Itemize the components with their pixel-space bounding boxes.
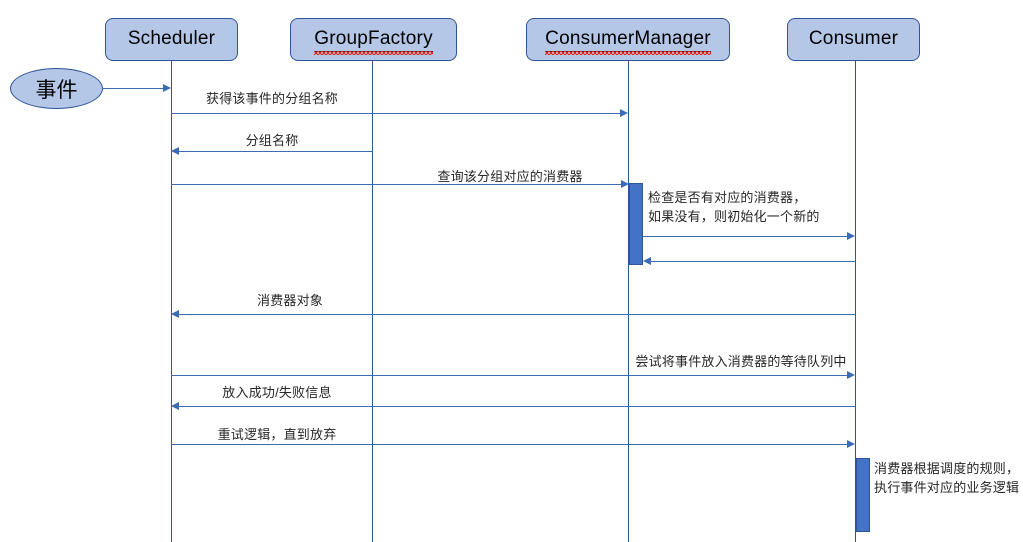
message-line-enqueue-result	[179, 406, 855, 407]
arrow-head-retry-logic	[847, 440, 855, 448]
arrow-head-group-name	[171, 147, 179, 155]
arrow-head-query-consumer	[621, 180, 629, 188]
activation-bar-consumermanager	[629, 183, 643, 265]
arrow-head-cm-to-consumer	[847, 232, 855, 240]
note-consumer: 消费器根据调度的规则， 执行事件对应的业务逻辑	[874, 459, 1019, 497]
note-consumermanager-line1: 检查是否有对应的消费器，	[648, 190, 807, 205]
message-line-cm-to-consumer	[643, 236, 847, 237]
lifeline-groupfactory	[372, 59, 373, 542]
message-line-get-group-name	[171, 113, 620, 114]
participant-groupfactory[interactable]: GroupFactory	[290, 18, 457, 61]
message-label-get-group-name: 获得该事件的分组名称	[205, 91, 339, 106]
message-label-enqueue-result: 放入成功/失败信息	[222, 385, 332, 400]
message-label-consumer-object: 消费器对象	[256, 293, 324, 308]
participant-consumermanager[interactable]: ConsumerManager	[526, 18, 730, 61]
message-line-event-to-scheduler	[103, 88, 163, 89]
sequence-diagram-canvas: Scheduler GroupFactory ConsumerManager C…	[0, 0, 1023, 542]
message-label-group-name: 分组名称	[245, 133, 299, 148]
arrow-head-consumer-to-cm	[643, 257, 651, 265]
message-line-retry-logic	[171, 444, 847, 445]
message-line-group-name	[179, 151, 372, 152]
arrow-head-get-group-name	[620, 109, 628, 117]
participant-scheduler-label: Scheduler	[127, 28, 216, 49]
message-label-retry-logic: 重试逻辑，直到放弃	[217, 427, 337, 442]
message-label-enqueue-event: 尝试将事件放入消费器的等待队列中	[635, 354, 847, 369]
message-line-enqueue-event	[171, 375, 847, 376]
participant-scheduler[interactable]: Scheduler	[105, 18, 238, 61]
note-consumer-line2: 执行事件对应的业务逻辑	[874, 480, 1020, 495]
participant-groupfactory-label: GroupFactory	[314, 28, 433, 55]
note-consumermanager-line2: 如果没有，则初始化一个新的	[648, 209, 820, 224]
note-consumer-line1: 消费器根据调度的规则，	[874, 461, 1020, 476]
participant-consumer-label: Consumer	[808, 28, 899, 49]
lifeline-consumermanager	[628, 59, 629, 542]
arrow-head-consumer-object	[171, 310, 179, 318]
message-label-query-consumer: 查询该分组对应的消费器	[437, 169, 583, 184]
activation-bar-consumer	[856, 458, 870, 532]
note-consumermanager: 检查是否有对应的消费器， 如果没有，则初始化一个新的	[648, 188, 820, 226]
actor-event-label: 事件	[35, 78, 78, 102]
message-line-consumer-to-cm	[651, 261, 855, 262]
message-line-consumer-object	[179, 314, 855, 315]
lifeline-scheduler	[171, 59, 172, 542]
actor-event-ellipse[interactable]: 事件	[10, 68, 103, 109]
participant-consumer[interactable]: Consumer	[787, 18, 920, 61]
arrow-head-enqueue-event	[847, 371, 855, 379]
arrow-head-event-to-scheduler	[163, 84, 171, 92]
participant-consumermanager-label: ConsumerManager	[545, 28, 711, 55]
arrow-head-enqueue-result	[171, 402, 179, 410]
